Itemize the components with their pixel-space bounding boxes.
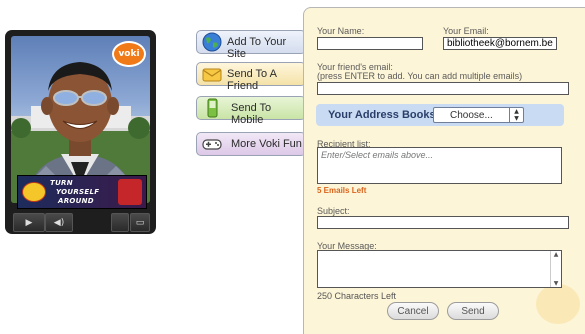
envelope-icon xyxy=(202,68,222,82)
volume-button[interactable]: ◀) xyxy=(45,213,73,232)
your-email-field[interactable]: bibliotheek@bornem.be xyxy=(443,37,557,50)
speech-bubble-icon: ▭ xyxy=(135,217,145,228)
stepper-arrows-icon[interactable]: ▲ ▼ xyxy=(509,108,523,122)
your-name-field[interactable] xyxy=(317,37,423,50)
address-books-bar: Your Address Books: Choose... ▲ ▼ xyxy=(316,104,564,126)
banner-line-3: AROUND xyxy=(58,197,94,205)
voki-player: voki TURN YOURSELF AROUND ▶ ◀) ▭ xyxy=(5,30,156,234)
scroll-up-icon[interactable]: ▲ xyxy=(551,251,561,258)
comment-button[interactable]: ▭ xyxy=(130,213,150,232)
player-controls: ▶ ◀) ▭ xyxy=(13,213,150,232)
add-to-your-site-label: Add To Your Site xyxy=(227,36,287,60)
banner-line-2: YOURSELF xyxy=(56,188,100,196)
send-to-mobile-label: Send To Mobile xyxy=(231,102,272,126)
subject-field[interactable] xyxy=(317,216,569,229)
mobile-phone-icon xyxy=(207,98,218,118)
banner-line-1: TURN xyxy=(50,179,73,187)
banner-art xyxy=(118,179,142,205)
send-to-a-friend-button[interactable]: Send To A Friend xyxy=(196,62,306,92)
cancel-button[interactable]: Cancel xyxy=(387,302,439,320)
message-textarea[interactable]: ▲ ▼ xyxy=(317,250,562,288)
send-to-mobile-button[interactable]: Send To Mobile xyxy=(196,96,306,126)
play-button[interactable]: ▶ xyxy=(13,213,45,232)
gamepad-icon xyxy=(202,139,222,150)
friend-email-field[interactable] xyxy=(317,82,569,95)
scroll-down-icon[interactable]: ▼ xyxy=(551,280,561,287)
play-icon: ▶ xyxy=(25,217,33,228)
speaker-icon: ◀) xyxy=(53,217,65,228)
address-books-select[interactable]: Choose... ▲ ▼ xyxy=(433,107,524,123)
emails-left-counter: 5 Emails Left xyxy=(317,186,367,195)
address-books-label: Your Address Books: xyxy=(328,109,440,121)
recipient-list-box[interactable]: Enter/Select emails above... xyxy=(317,147,562,184)
ad-banner[interactable]: TURN YOURSELF AROUND xyxy=(17,175,147,209)
blank-control[interactable] xyxy=(111,213,129,232)
globe-icon xyxy=(202,32,222,52)
send-to-a-friend-label: Send To A Friend xyxy=(227,68,277,92)
voki-logo[interactable]: voki xyxy=(112,41,146,67)
subject-label: Subject: xyxy=(317,206,350,216)
voki-watermark-icon xyxy=(536,284,580,324)
add-to-your-site-button[interactable]: Add To Your Site xyxy=(196,30,306,60)
more-voki-fun-label: More Voki Fun xyxy=(231,138,302,150)
send-button[interactable]: Send xyxy=(447,302,499,320)
send-to-friend-form: Your Name: Your Email: bibliotheek@borne… xyxy=(303,7,585,334)
friend-email-hint: (press ENTER to add. You can add multipl… xyxy=(317,71,523,81)
snack-logo-icon xyxy=(22,182,46,202)
recipient-list-placeholder: Enter/Select emails above... xyxy=(321,150,434,160)
your-email-label: Your Email: xyxy=(443,26,489,36)
more-voki-fun-button[interactable]: More Voki Fun xyxy=(196,132,306,156)
message-scrollbar[interactable]: ▲ ▼ xyxy=(550,251,561,287)
characters-left-counter: 250 Characters Left xyxy=(317,291,397,301)
your-name-label: Your Name: xyxy=(317,26,365,36)
address-books-selected-value: Choose... xyxy=(450,110,493,121)
